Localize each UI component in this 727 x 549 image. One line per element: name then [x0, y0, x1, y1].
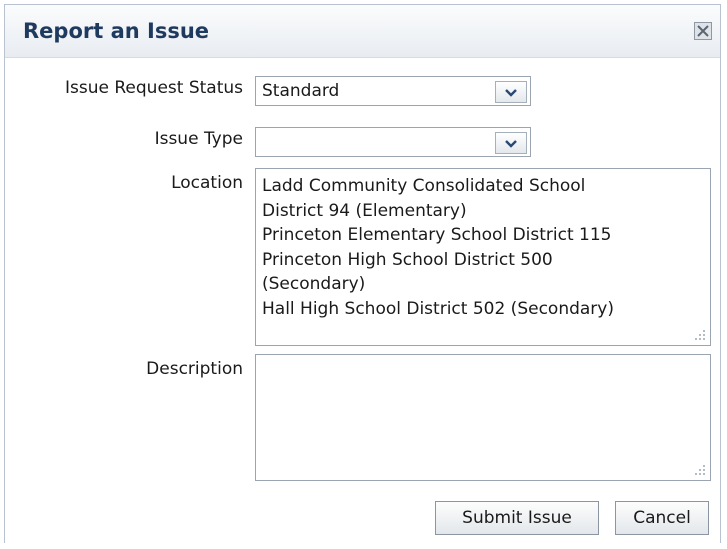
status-label: Issue Request Status — [65, 78, 243, 98]
location-listbox[interactable]: Ladd Community Consolidated School Distr… — [255, 168, 711, 346]
location-list: Ladd Community Consolidated School Distr… — [262, 174, 614, 321]
resize-grip-icon[interactable] — [692, 462, 706, 476]
issue-type-select[interactable] — [255, 127, 531, 157]
status-select-value: Standard — [262, 81, 340, 101]
location-line[interactable]: (Secondary) — [262, 272, 614, 297]
description-label: Description — [146, 359, 243, 379]
location-line[interactable]: Ladd Community Consolidated School — [262, 174, 614, 199]
location-line[interactable]: District 94 (Elementary) — [262, 199, 614, 224]
location-line[interactable]: Princeton Elementary School District 115 — [262, 223, 614, 248]
status-select[interactable]: Standard — [255, 76, 531, 106]
description-textarea[interactable] — [255, 354, 711, 481]
chevron-down-icon — [505, 89, 517, 97]
issue-type-dropdown-button[interactable] — [495, 132, 527, 154]
location-line[interactable]: Princeton High School District 500 — [262, 248, 614, 273]
close-icon — [697, 25, 709, 37]
report-issue-dialog: Report an Issue Issue Request Status Sta… — [4, 4, 721, 543]
location-label: Location — [171, 173, 243, 193]
resize-grip-icon[interactable] — [692, 327, 706, 341]
close-button[interactable] — [694, 22, 712, 40]
chevron-down-icon — [505, 140, 517, 148]
dialog-footer: Submit Issue Cancel — [5, 491, 720, 543]
dialog-title: Report an Issue — [23, 19, 210, 43]
cancel-button[interactable]: Cancel — [615, 501, 709, 535]
submit-issue-button[interactable]: Submit Issue — [435, 501, 599, 535]
status-dropdown-button[interactable] — [495, 81, 527, 103]
issue-type-label: Issue Type — [154, 129, 243, 149]
location-line[interactable]: Hall High School District 502 (Secondary… — [262, 297, 614, 322]
dialog-titlebar: Report an Issue — [5, 5, 720, 58]
